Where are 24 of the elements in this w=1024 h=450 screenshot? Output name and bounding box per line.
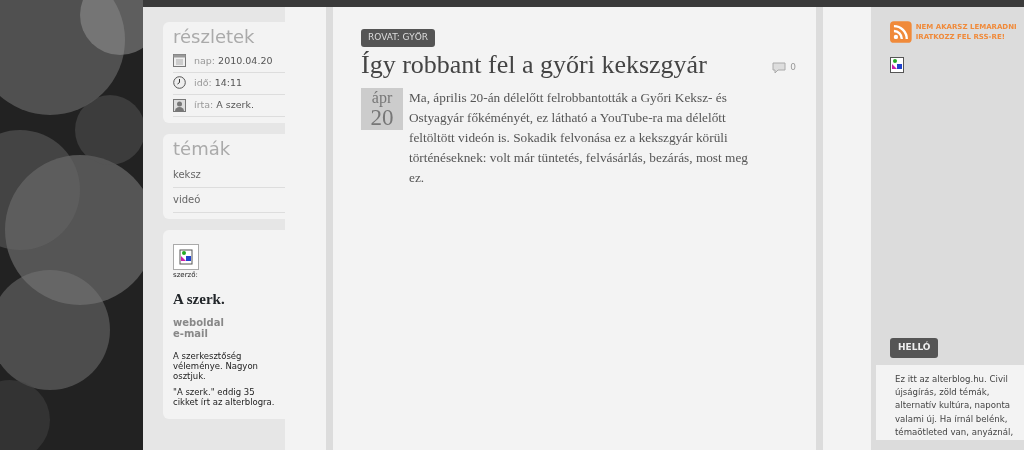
author-link[interactable]: weboldal bbox=[173, 316, 285, 328]
detail-text: idő: 14:11 bbox=[194, 75, 243, 90]
author-bio: A szerkesztőség véleménye. Nagyon osztjuk. bbox=[173, 350, 259, 381]
author-link[interactable]: e-mail bbox=[173, 327, 285, 339]
date-month: ápr bbox=[370, 88, 394, 107]
article-excerpt: Ma, április 20-án délelőtt felrobbantották a Győri Keksz- és Ostyagyár főkéményét, ez látható a YouTube-ra ma délelőtt feltöltött videón is. Sokadik felvonása ez a kekszgyár körüli történéseknek: volt már tüntetés, felvásárlás, bezárás, most meg ez. bbox=[409, 89, 749, 188]
clock-icon bbox=[173, 76, 186, 90]
article-count: "A szerk." eddig 35 cikket írt az alterblogra. bbox=[173, 386, 276, 407]
panel-title: részletek bbox=[173, 26, 256, 48]
calendar-icon bbox=[173, 54, 186, 68]
date-day: 20 bbox=[361, 106, 403, 131]
about-text: Ez itt az alterblog.hu. Civil újságírás, zöld témák, alternatív kultúra, naponta valami új. Ha írnál belénk, témaötleted van, anyáznál, bbox=[895, 372, 1015, 440]
broken-image-icon bbox=[890, 57, 904, 73]
detail-text: írta: A szerk. bbox=[194, 98, 255, 113]
rss-icon[interactable] bbox=[890, 21, 912, 43]
panel-title: témák bbox=[173, 138, 232, 160]
broken-image-icon bbox=[173, 243, 199, 270]
article-title[interactable]: Így robbant fel a győri kekszgyár bbox=[361, 49, 707, 81]
author-name: A szerk. bbox=[173, 290, 226, 310]
section-label: HELLÓ bbox=[890, 338, 939, 358]
person-icon bbox=[173, 98, 186, 112]
comment-icon[interactable] bbox=[772, 61, 787, 74]
detail-text: nap: 2010.04.20 bbox=[194, 53, 273, 68]
category-tag[interactable]: ROVAT: GYŐR bbox=[361, 29, 435, 47]
